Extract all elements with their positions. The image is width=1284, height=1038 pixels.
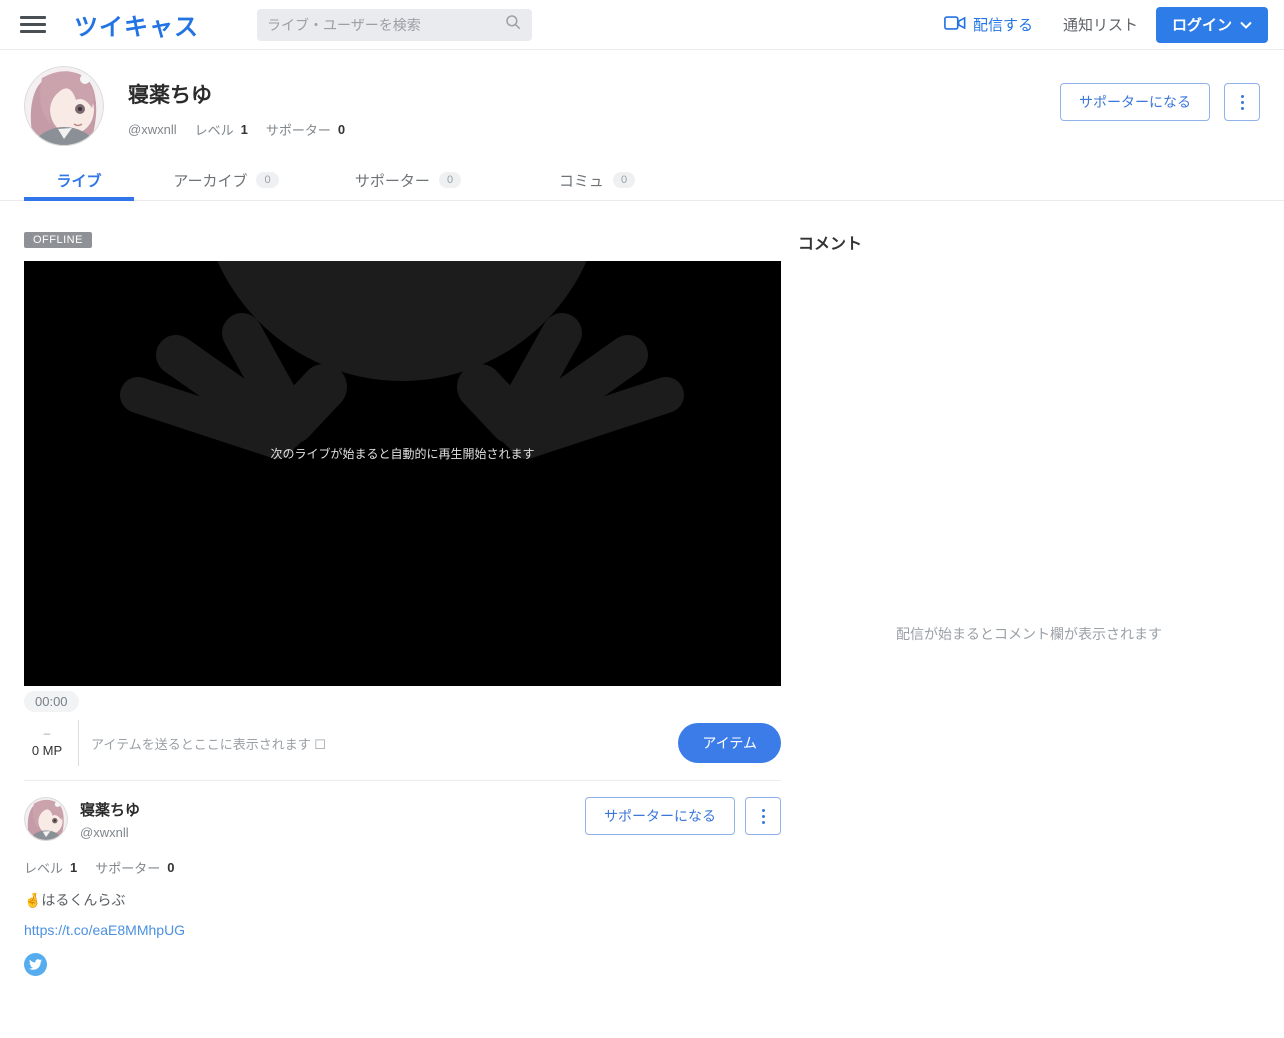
community-count-badge: 0 xyxy=(612,172,636,188)
supporter-label: サポーター xyxy=(265,123,331,138)
user-handle: @xwxnll xyxy=(128,122,177,137)
profile-tabs: ライブ アーカイブ 0 サポーター 0 コミュ 0 xyxy=(0,160,1284,201)
notification-list-link[interactable]: 通知リスト xyxy=(1063,14,1138,35)
video-player[interactable]: 次のライブが始まると自動的に再生開始されます xyxy=(24,261,781,686)
offline-status-badge: OFFLINE xyxy=(24,232,92,248)
search-input[interactable] xyxy=(267,16,504,33)
item-feed-placeholder: アイテムを送るとここに表示されます ☐ xyxy=(91,736,326,752)
playback-time: 00:00 xyxy=(24,691,79,712)
supporter-count: 0 xyxy=(167,860,175,875)
more-options-button[interactable] xyxy=(745,797,781,835)
mp-counter: – 0 MP xyxy=(31,726,63,758)
broadcast-button[interactable]: 配信する xyxy=(944,14,1033,35)
tab-live[interactable]: ライブ xyxy=(24,160,134,201)
kebab-icon xyxy=(761,808,765,812)
tab-supporter[interactable]: サポーター 0 xyxy=(318,160,498,200)
profile-header: 寝薬ちゆ @xwxnll レベル 1 サポーター 0 サポーターになる xyxy=(0,50,1284,146)
chevron-down-icon xyxy=(1240,16,1252,33)
mp-value: 0 MP xyxy=(31,743,63,758)
comments-title: コメント xyxy=(798,236,863,253)
item-bar: – 0 MP アイテムを送るとここに表示されます ☐ アイテム xyxy=(24,720,781,766)
avatar[interactable] xyxy=(24,66,104,146)
streamer-handle: @xwxnll xyxy=(80,825,129,840)
page-title: 寝薬ちゆ xyxy=(128,84,212,107)
level-value: 1 xyxy=(70,860,78,875)
more-options-button[interactable] xyxy=(1224,83,1260,121)
kebab-icon xyxy=(1240,94,1244,98)
video-camera-icon xyxy=(944,15,966,35)
level-label: レベル xyxy=(24,861,64,876)
tab-archive[interactable]: アーカイブ 0 xyxy=(134,160,318,200)
supporter-label: サポーター xyxy=(95,861,161,876)
streamer-bio: 🤞はるくんらぶ xyxy=(24,892,126,908)
avatar[interactable] xyxy=(24,797,68,841)
supporter-count-badge: 0 xyxy=(438,172,462,188)
comments-empty-message: 配信が始まるとコメント欄が表示されます xyxy=(896,626,1162,642)
supporter-count: 0 xyxy=(337,122,346,137)
tab-community[interactable]: コミュ 0 xyxy=(514,160,680,200)
frog-mascot-silhouette xyxy=(120,261,684,459)
archive-count-badge: 0 xyxy=(256,172,279,188)
external-link[interactable]: https://t.co/eaE8MMhpUG xyxy=(24,922,185,938)
level-label: レベル xyxy=(194,123,234,138)
top-navbar: ツイキャス 配信する 通知リスト ログイン xyxy=(0,0,1284,50)
menu-icon[interactable] xyxy=(20,12,46,37)
level-value: 1 xyxy=(240,122,248,137)
become-supporter-button[interactable]: サポーターになる xyxy=(585,797,735,835)
comments-panel: コメント 配信が始まるとコメント欄が表示されます xyxy=(781,230,1260,976)
divider xyxy=(78,720,79,766)
login-button[interactable]: ログイン xyxy=(1155,6,1268,43)
become-supporter-button[interactable]: サポーターになる xyxy=(1060,83,1210,121)
search-icon[interactable] xyxy=(504,13,522,36)
send-item-button[interactable]: アイテム xyxy=(678,723,781,763)
search-box[interactable] xyxy=(257,8,532,41)
twitcasting-logo[interactable]: ツイキャス xyxy=(74,7,199,42)
autoplay-message: 次のライブが始まると自動的に再生開始されます xyxy=(270,447,535,461)
streamer-card: 寝薬ちゆ @xwxnll サポーターになる レベル 1 サポーター 0 🤞はるく… xyxy=(24,781,781,976)
streamer-name: 寝薬ちゆ xyxy=(80,802,141,819)
twitter-icon[interactable] xyxy=(24,953,47,976)
